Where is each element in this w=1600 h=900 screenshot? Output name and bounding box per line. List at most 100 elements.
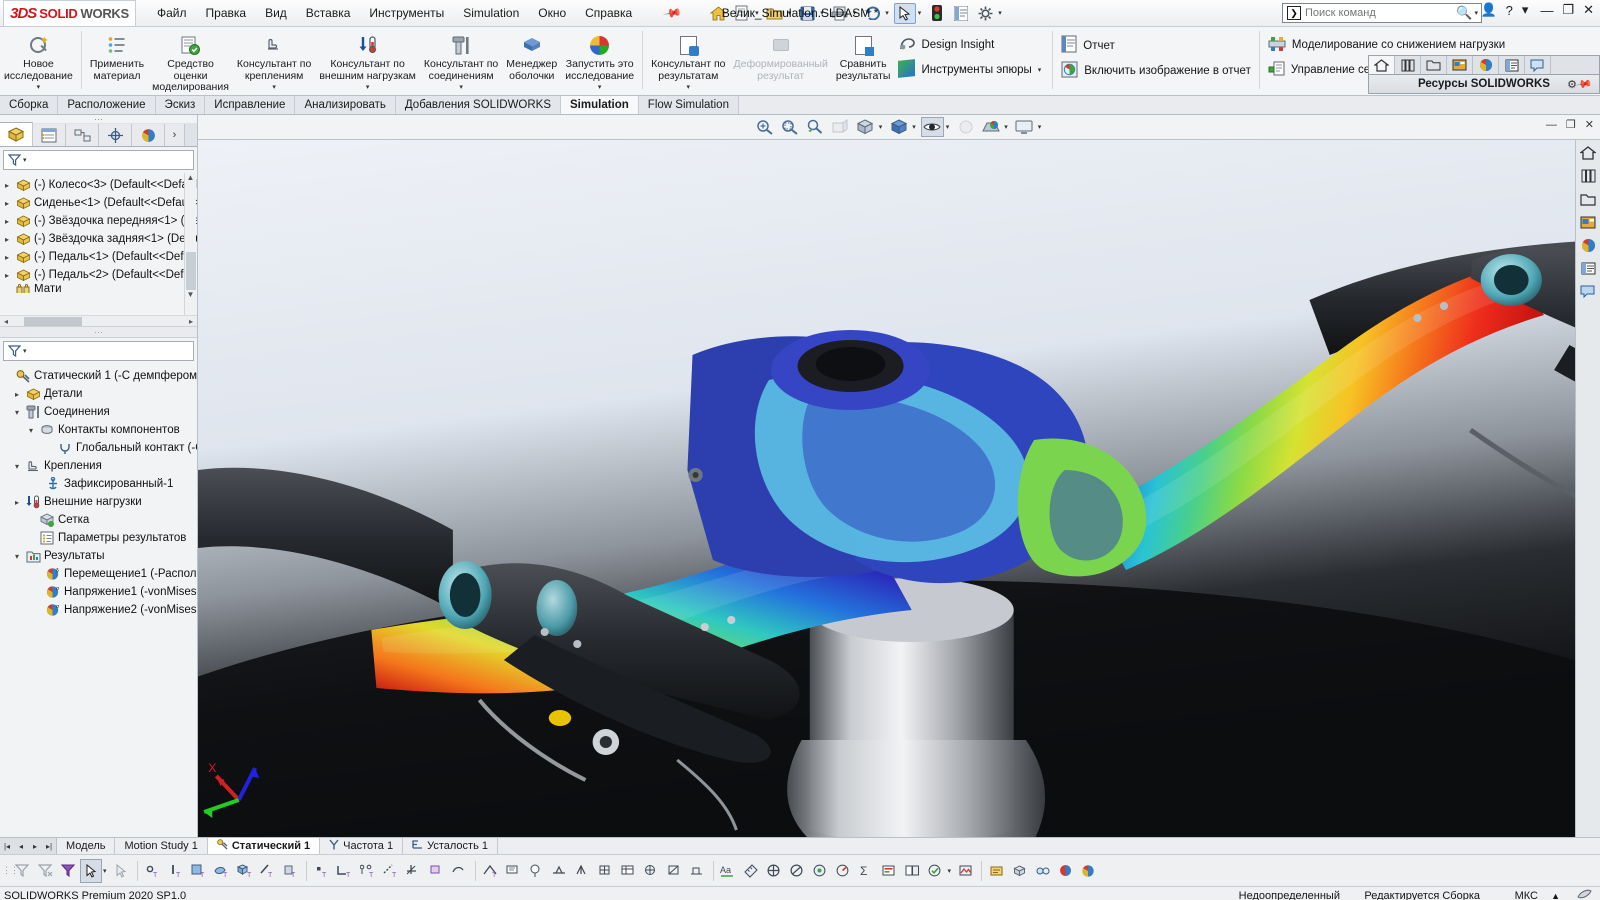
edit-appearance-icon[interactable]: [954, 117, 977, 137]
doc-close-button[interactable]: ✕: [1585, 118, 1594, 131]
import-diagnostics-icon[interactable]: [955, 859, 977, 883]
view-settings-icon[interactable]: [1013, 117, 1036, 137]
view-orientation-dropdown[interactable]: ▾: [879, 123, 883, 131]
select-annotation-icon[interactable]: T: [480, 859, 502, 883]
connections-advisor-dropdown[interactable]: ▾: [459, 83, 463, 91]
hide-show-items-dropdown[interactable]: ▾: [946, 123, 950, 131]
select-sketch-point-icon[interactable]: T: [311, 859, 333, 883]
home-icon[interactable]: [1369, 56, 1395, 74]
sim-tree-study-static-1[interactable]: Статический 1 (-С демпфером-): [2, 367, 197, 385]
tab-flow-simulation[interactable]: Flow Simulation: [638, 96, 739, 114]
units-text[interactable]: МКС: [1515, 890, 1538, 900]
hscroll-thumb[interactable]: [24, 316, 82, 326]
appearance-callouts-icon[interactable]: [1078, 859, 1100, 883]
feature-tree-tab[interactable]: [0, 122, 33, 146]
select-surface-finish-icon[interactable]: [572, 859, 594, 883]
doc-restore-button[interactable]: ❐: [1566, 118, 1576, 131]
tab-simulation[interactable]: Simulation: [561, 96, 639, 114]
select-axis-icon[interactable]: T: [257, 859, 279, 883]
options-dropdown[interactable]: ▾: [998, 9, 1002, 17]
select-note-icon[interactable]: [503, 859, 525, 883]
filter-all-icon[interactable]: [11, 859, 33, 883]
select-sketch-region-icon[interactable]: [426, 859, 448, 883]
compare-results-button[interactable]: Сравнить результаты: [832, 29, 895, 82]
appearances-scenes-icon[interactable]: [1577, 234, 1600, 256]
filter-clear-icon[interactable]: [34, 859, 56, 883]
print-dropdown[interactable]: ▾: [853, 9, 857, 17]
last-tab-icon[interactable]: ▸|: [42, 842, 56, 851]
select-datum-icon[interactable]: [687, 859, 709, 883]
select-table-icon[interactable]: [618, 859, 640, 883]
feature-tree-scrollbar[interactable]: ▲ ▼: [184, 173, 196, 315]
pin-menu-icon[interactable]: 📌: [661, 1, 685, 25]
defeature-icon[interactable]: [1009, 859, 1031, 883]
performance-evaluation-icon[interactable]: [833, 859, 855, 883]
property-manager-tab[interactable]: [33, 124, 66, 146]
select-balloon-icon[interactable]: [526, 859, 548, 883]
minimize-button[interactable]: —: [1540, 3, 1553, 18]
check-entity-dropdown[interactable]: ▾: [948, 867, 952, 875]
select-face-icon[interactable]: T: [188, 859, 210, 883]
view-palette-icon[interactable]: [1577, 211, 1600, 233]
include-image-item[interactable]: Включить изображение в отчет: [1057, 61, 1255, 81]
display-manager-tab[interactable]: [132, 124, 165, 146]
assembly-visualization-icon[interactable]: [879, 859, 901, 883]
print-button[interactable]: [829, 3, 851, 24]
connections-advisor-button[interactable]: Консультант по соединениям ▾: [420, 29, 502, 91]
tree-item-pedal-1[interactable]: ▸ (-) Педаль<1> (Default<<Default: [2, 248, 197, 266]
expand-arrow-icon[interactable]: ▸: [2, 271, 12, 280]
select-plane-icon[interactable]: T: [280, 859, 302, 883]
design-library-icon[interactable]: [1577, 165, 1600, 187]
tab-layout[interactable]: Расположение: [58, 96, 156, 114]
filter-dropdown-icon[interactable]: ▾: [23, 156, 27, 164]
overlay-icon[interactable]: [1577, 888, 1592, 900]
prev-tab-icon[interactable]: ◂: [14, 842, 28, 851]
plot-tools-dropdown[interactable]: ▾: [1038, 66, 1042, 74]
study-tab-model[interactable]: Модель: [57, 838, 116, 854]
undo-dropdown[interactable]: ▾: [885, 9, 889, 17]
menu-item-view[interactable]: Вид: [264, 4, 288, 22]
collapse-arrow-icon[interactable]: ▾: [12, 462, 22, 471]
help-icon[interactable]: ?: [1506, 3, 1513, 18]
custom-properties-icon[interactable]: [1577, 257, 1600, 279]
display-style-icon[interactable]: [887, 117, 910, 137]
section-properties-icon[interactable]: [787, 859, 809, 883]
select-midpoint-icon[interactable]: T: [357, 859, 379, 883]
save-dropdown[interactable]: ▾: [820, 9, 824, 17]
task-pane-pin-icon[interactable]: 📌: [1575, 75, 1594, 94]
home-icon[interactable]: [1577, 142, 1600, 164]
apply-scene-dropdown[interactable]: ▾: [1004, 123, 1008, 131]
search-icon[interactable]: 🔍: [1456, 5, 1472, 21]
rebuild-button[interactable]: [926, 3, 948, 24]
sim-tree-external-loads[interactable]: ▸ Внешние нагрузки: [2, 493, 197, 511]
select-dimension-icon[interactable]: [449, 859, 471, 883]
filter-dropdown-icon[interactable]: ▾: [23, 347, 27, 355]
appearances-scenes-icon[interactable]: [1473, 56, 1499, 74]
section-view-icon[interactable]: [829, 117, 852, 137]
view-orientation-icon[interactable]: [854, 117, 877, 137]
display-style-dropdown[interactable]: ▾: [912, 123, 916, 131]
study-tab-motion-study-1[interactable]: Motion Study 1: [115, 838, 208, 854]
select-vertex-icon[interactable]: T: [142, 859, 164, 883]
select-edge-icon[interactable]: T: [165, 859, 187, 883]
panel-splitter[interactable]: ⋯: [0, 326, 197, 338]
options-gear-button[interactable]: [974, 3, 996, 24]
open-document-dropdown[interactable]: ▾: [788, 9, 792, 17]
sim-tree-mesh[interactable]: Сетка: [2, 511, 197, 529]
spellcheck-icon[interactable]: Aa: [718, 859, 740, 883]
zoom-to-area-icon[interactable]: [779, 117, 802, 137]
select-over-geometry-icon[interactable]: [111, 859, 133, 883]
menu-item-edit[interactable]: Правка: [205, 4, 248, 22]
expand-arrow-icon[interactable]: ▸: [2, 181, 12, 190]
sim-tree-parts-folder[interactable]: ▸ Детали: [2, 385, 197, 403]
menu-item-file[interactable]: Файл: [156, 4, 188, 22]
previous-view-icon[interactable]: [804, 117, 827, 137]
open-document-button[interactable]: [764, 3, 786, 24]
display-state-icon[interactable]: [1055, 859, 1077, 883]
tab-sketch[interactable]: Эскиз: [155, 96, 206, 114]
external-loads-advisor-button[interactable]: Консультант по внешним нагрузкам ▾: [315, 29, 420, 91]
collapse-arrow-icon[interactable]: ▾: [26, 426, 36, 435]
collapse-arrow-icon[interactable]: ▾: [12, 408, 22, 417]
sim-tree-plot-stress-1[interactable]: σ Напряжение1 (-vonMises-): [2, 583, 197, 601]
feature-tree-hscrollbar[interactable]: ◂ ▸: [0, 315, 197, 326]
